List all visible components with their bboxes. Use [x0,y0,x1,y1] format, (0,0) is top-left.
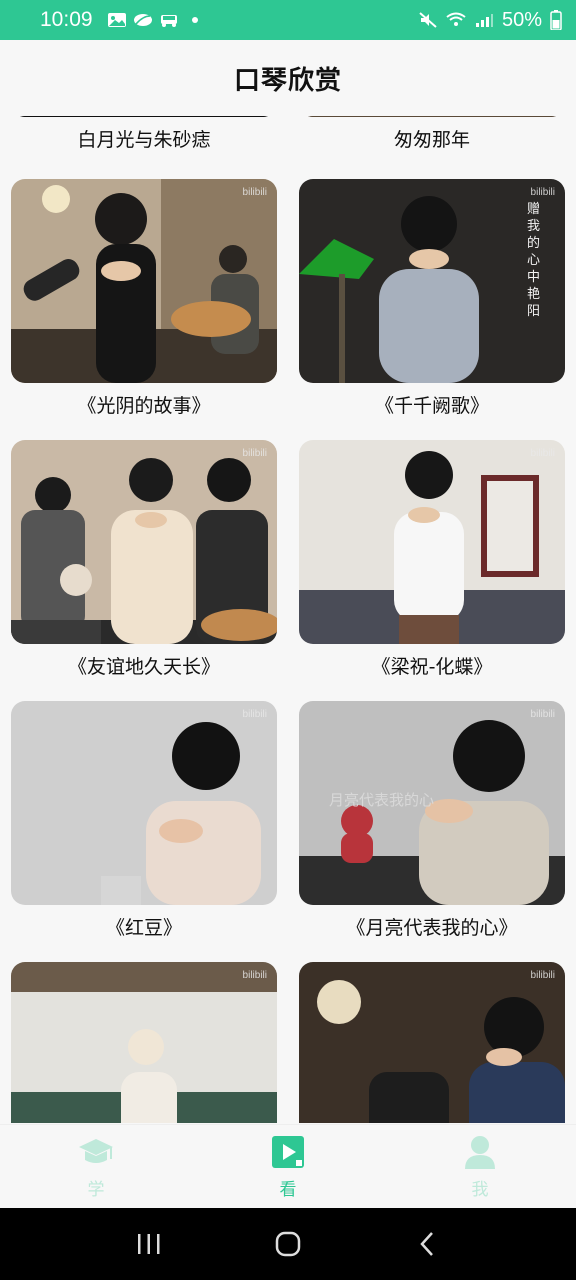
home-button[interactable] [268,1224,308,1264]
video-card[interactable]: bilibili [11,962,277,1123]
video-title[interactable]: 白月光与朱砂痣 [11,125,277,155]
video-title[interactable]: 《友谊地久天长》 [11,652,277,682]
video-watermark: bilibili [530,187,555,198]
nav-label: 学 [87,1180,105,1200]
video-watermark: bilibili [242,970,267,981]
video-thumbnail[interactable]: bilibili [11,179,277,383]
video-title[interactable]: 匆匆那年 [299,125,565,155]
back-icon [419,1232,433,1256]
video-title[interactable]: 《光阴的故事》 [11,391,277,421]
status-notification-icons [107,12,205,28]
car-icon [160,15,177,27]
nav-label: 看 [279,1180,297,1200]
video-grid-scroll[interactable]: 白月光与朱砂痣 匆匆那年 bilibili 《光阴的故事》 bilibili 赠… [0,103,576,1123]
leaf-icon [133,14,152,26]
video-card[interactable]: bilibili 《友谊地久天长》 [11,440,277,682]
video-card[interactable]: bilibili [299,962,565,1123]
mute-icon [419,12,437,28]
home-icon [275,1231,301,1257]
video-card[interactable]: bilibili 《梁祝-化蝶》 [299,440,565,682]
video-overlay-text: 赠我的心中艳阳 [527,202,541,319]
video-thumbnail[interactable]: bilibili 赠我的心中艳阳 [299,179,565,383]
video-watermark: bilibili [530,448,555,459]
video-card[interactable]: bilibili 《光阴的故事》 [11,179,277,421]
status-right: 50% [418,9,562,32]
video-watermark: bilibili [530,709,555,720]
video-watermark: bilibili [242,709,267,720]
nav-label: 我 [471,1180,489,1200]
video-title[interactable]: 《月亮代表我的心》 [299,913,565,943]
dot-icon [191,17,198,23]
battery-percent: 50% [501,8,542,31]
system-nav-bar [0,1208,576,1280]
bottom-nav: 学 看 我 [0,1124,576,1208]
nav-item-me[interactable]: 我 [384,1125,576,1208]
graduation-cap-icon [79,1139,113,1163]
video-card[interactable]: bilibili 赠我的心中艳阳 《千千阙歌》 [299,179,565,421]
back-button[interactable] [407,1224,447,1264]
video-thumbnail[interactable]: bilibili [299,440,565,644]
gallery-icon [107,13,126,27]
nav-item-learn[interactable]: 学 [0,1125,192,1208]
video-watermark: bilibili [242,448,267,459]
nav-item-watch[interactable]: 看 [192,1125,384,1208]
battery-icon [550,10,562,30]
signal-icon [475,14,493,27]
video-title[interactable]: 《千千阙歌》 [299,391,565,421]
video-overlay-text: 月亮代表我的心 [329,791,435,809]
video-title[interactable]: 《红豆》 [11,913,277,943]
page-title: 口琴欣赏 [233,65,342,96]
person-icon [465,1136,495,1169]
video-thumbnail[interactable]: bilibili [299,962,565,1123]
status-bar: 10:09 50% [0,0,576,40]
video-thumbnail[interactable]: bilibili [11,701,277,905]
video-play-icon [272,1136,304,1168]
video-watermark: bilibili [530,970,555,981]
video-card[interactable]: bilibili 《红豆》 [11,701,277,943]
recent-apps-icon [138,1234,160,1254]
video-thumbnail[interactable]: bilibili 月亮代表我的心 [299,701,565,905]
video-watermark: bilibili [242,187,267,198]
wifi-icon [446,12,466,26]
app-header: 口琴欣赏 [0,40,576,116]
video-card[interactable]: bilibili 月亮代表我的心 《月亮代表我的心》 [299,701,565,943]
video-thumbnail[interactable]: bilibili [11,962,277,1123]
video-thumbnail[interactable]: bilibili [11,440,277,644]
status-time: 10:09 [40,8,93,31]
video-title[interactable]: 《梁祝-化蝶》 [299,652,565,682]
recent-apps-button[interactable] [129,1224,169,1264]
